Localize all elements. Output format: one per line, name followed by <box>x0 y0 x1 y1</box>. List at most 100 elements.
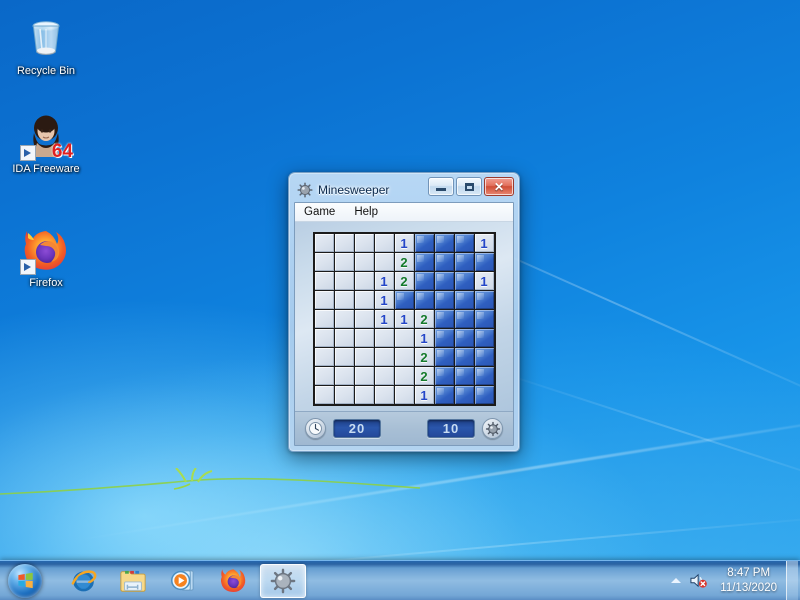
board-cell[interactable] <box>354 310 374 328</box>
board-cell[interactable] <box>354 367 374 385</box>
desktop[interactable]: Recycle Bin 64 IDA Freeware Firefox Mine… <box>0 0 800 600</box>
board-cell[interactable] <box>474 291 494 309</box>
desktop-icon-firefox[interactable]: Firefox <box>4 226 88 290</box>
board-cell[interactable] <box>454 386 474 404</box>
board-cell[interactable]: 1 <box>374 310 394 328</box>
board-cell[interactable] <box>354 234 374 252</box>
board-cell[interactable] <box>474 253 494 271</box>
board-cell[interactable] <box>394 386 414 404</box>
taskbar-buttons[interactable] <box>60 563 306 598</box>
board-cell[interactable] <box>334 329 354 347</box>
board-cell[interactable] <box>414 272 434 290</box>
taskbar-button-windows-media-player[interactable] <box>160 564 206 598</box>
board-cell[interactable]: 1 <box>394 234 414 252</box>
board-cell[interactable] <box>374 329 394 347</box>
board-cell[interactable] <box>434 386 454 404</box>
board-cell[interactable] <box>474 367 494 385</box>
board-cell[interactable] <box>314 386 334 404</box>
board-cell[interactable]: 1 <box>394 310 414 328</box>
board-cell[interactable]: 2 <box>414 367 434 385</box>
window-title-bar[interactable]: Minesweeper ✕ <box>294 177 514 202</box>
taskbar-button-internet-explorer[interactable] <box>60 564 106 598</box>
board-cell[interactable] <box>454 329 474 347</box>
board-cell[interactable] <box>334 291 354 309</box>
board-cell[interactable] <box>474 310 494 328</box>
show-desktop-button[interactable] <box>786 560 798 600</box>
board-cell[interactable] <box>434 367 454 385</box>
board-cell[interactable] <box>474 348 494 366</box>
board-cell[interactable]: 1 <box>474 234 494 252</box>
board-cell[interactable] <box>354 272 374 290</box>
board-cell[interactable]: 2 <box>414 348 434 366</box>
taskbar-button-windows-explorer[interactable] <box>110 564 156 598</box>
board-cell[interactable] <box>314 310 334 328</box>
board-cell[interactable] <box>374 253 394 271</box>
board-cell[interactable] <box>394 291 414 309</box>
clock[interactable]: 8:47 PM 11/13/2020 <box>711 561 786 600</box>
board-cell[interactable] <box>334 386 354 404</box>
board-cell[interactable] <box>454 272 474 290</box>
board-cell[interactable] <box>394 367 414 385</box>
taskbar-button-minesweeper[interactable] <box>260 563 306 598</box>
board-cell[interactable] <box>334 253 354 271</box>
board-cell[interactable] <box>334 234 354 252</box>
board-cell[interactable] <box>414 291 434 309</box>
board-cell[interactable] <box>434 348 454 366</box>
board-cell[interactable]: 1 <box>374 291 394 309</box>
board-cell[interactable] <box>354 348 374 366</box>
board-cell[interactable] <box>434 234 454 252</box>
board-cell[interactable] <box>374 386 394 404</box>
board-cell[interactable] <box>454 310 474 328</box>
system-tray[interactable]: 8:47 PM 11/13/2020 <box>667 560 800 600</box>
board-cell[interactable] <box>314 272 334 290</box>
board-cell[interactable] <box>434 272 454 290</box>
board-cell[interactable]: 2 <box>394 272 414 290</box>
board-cell[interactable] <box>354 253 374 271</box>
window-controls[interactable]: ✕ <box>428 177 514 196</box>
board-cell[interactable]: 1 <box>374 272 394 290</box>
board-cell[interactable]: 1 <box>414 386 434 404</box>
board-cell[interactable] <box>334 310 354 328</box>
board-cell[interactable]: 1 <box>474 272 494 290</box>
board-cell[interactable] <box>454 291 474 309</box>
start-button[interactable] <box>2 562 48 600</box>
board-cell[interactable] <box>454 348 474 366</box>
board-cell[interactable] <box>454 253 474 271</box>
taskbar-button-firefox[interactable] <box>210 564 256 598</box>
board-cell[interactable]: 2 <box>414 310 434 328</box>
board-cell[interactable] <box>374 234 394 252</box>
board-cell[interactable] <box>314 253 334 271</box>
minesweeper-board[interactable]: 11212111121221 <box>312 232 496 406</box>
board-cell[interactable] <box>394 329 414 347</box>
board-cell[interactable] <box>354 291 374 309</box>
menu-item-game[interactable]: Game <box>301 204 343 221</box>
board-cell[interactable] <box>394 348 414 366</box>
close-button[interactable]: ✕ <box>484 177 514 196</box>
board-cell[interactable] <box>474 386 494 404</box>
board-cell[interactable] <box>314 234 334 252</box>
board-cell[interactable] <box>414 234 434 252</box>
show-hidden-icons-button[interactable] <box>667 566 685 596</box>
board-cell[interactable] <box>374 348 394 366</box>
board-cell[interactable] <box>334 272 354 290</box>
board-cell[interactable] <box>374 367 394 385</box>
menu-item-help[interactable]: Help <box>351 204 386 221</box>
board-cell[interactable] <box>434 253 454 271</box>
board-cell[interactable] <box>434 310 454 328</box>
volume-button[interactable] <box>685 566 711 596</box>
board-cell[interactable] <box>434 291 454 309</box>
desktop-icon-ida-freeware[interactable]: 64 IDA Freeware <box>4 112 88 176</box>
board-cell[interactable] <box>334 348 354 366</box>
board-cell[interactable] <box>354 329 374 347</box>
board-cell[interactable] <box>334 367 354 385</box>
desktop-icon-recycle-bin[interactable]: Recycle Bin <box>4 14 88 78</box>
board-cell[interactable]: 1 <box>414 329 434 347</box>
board-cell[interactable] <box>314 367 334 385</box>
board-cell[interactable] <box>314 329 334 347</box>
taskbar[interactable]: 8:47 PM 11/13/2020 <box>0 560 800 600</box>
board-cell[interactable] <box>314 291 334 309</box>
board-cell[interactable] <box>474 329 494 347</box>
minimize-button[interactable] <box>428 177 454 196</box>
board-cell[interactable] <box>354 386 374 404</box>
board-cell[interactable] <box>414 253 434 271</box>
